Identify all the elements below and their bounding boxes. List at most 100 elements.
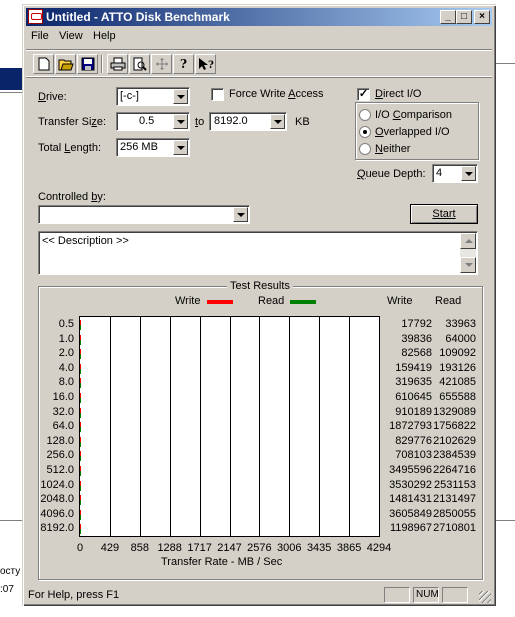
read-bar xyxy=(80,427,81,433)
chevron-down-icon[interactable] xyxy=(461,166,476,181)
controlled-by-label: Controlled by: xyxy=(38,191,106,203)
description-textarea[interactable]: << Description >> xyxy=(38,231,478,275)
transfer-size-to-select[interactable]: 8192.0 xyxy=(209,112,287,131)
x-axis-label: Transfer Rate - MB / Sec xyxy=(161,556,283,568)
print-icon[interactable] xyxy=(107,54,128,74)
minimize-button[interactable]: _ xyxy=(440,10,456,24)
svg-text:?: ? xyxy=(208,60,214,71)
write-value: 17792 xyxy=(401,318,432,330)
read-value: 1329089 xyxy=(433,405,476,418)
category-label: 128.0 xyxy=(46,434,74,447)
menu-file[interactable]: File xyxy=(31,30,49,42)
write-value: 708103 xyxy=(395,449,432,462)
total-length-value: 256 MB xyxy=(120,141,158,153)
num-lock-indicator: NUM xyxy=(413,587,439,603)
menu-help[interactable]: Help xyxy=(93,30,116,42)
menu-view[interactable]: View xyxy=(59,30,83,42)
status-help-text: For Help, press F1 xyxy=(28,589,120,601)
overlapped-io-label: Overlapped I/O xyxy=(375,126,450,138)
read-value: 1756822 xyxy=(433,420,476,433)
category-label: 0.5 xyxy=(58,318,74,330)
start-button[interactable]: Start xyxy=(410,204,478,224)
chevron-down-icon[interactable] xyxy=(173,89,188,104)
read-bar xyxy=(80,456,81,462)
read-value: 2131497 xyxy=(433,493,476,506)
read-value: 2384539 xyxy=(433,449,476,462)
total-length-select[interactable]: 256 MB xyxy=(116,138,190,157)
app-icon[interactable] xyxy=(28,9,43,24)
new-icon[interactable] xyxy=(33,54,54,74)
to-label: to xyxy=(195,116,205,128)
write-value: 3530292 xyxy=(389,478,432,491)
read-bar xyxy=(80,412,81,418)
write-value: 1481431 xyxy=(389,493,432,506)
controlled-by-select[interactable] xyxy=(38,205,250,224)
status-pane xyxy=(384,587,410,603)
io-comparison-radio[interactable] xyxy=(359,109,371,121)
menu-bar: File View Help xyxy=(26,28,492,46)
neither-label: Neither xyxy=(375,143,411,155)
status-pane xyxy=(442,587,468,603)
direct-io-checkbox[interactable]: ✓ xyxy=(357,88,370,101)
window-title: Untitled - ATTO Disk Benchmark xyxy=(46,10,230,24)
title-bar[interactable]: Untitled - ATTO Disk Benchmark _ □ × xyxy=(26,8,492,26)
read-bar xyxy=(80,354,81,360)
grid-line xyxy=(170,317,171,536)
maximize-button[interactable]: □ xyxy=(456,10,472,24)
print-preview-icon[interactable] xyxy=(129,54,150,74)
save-icon[interactable] xyxy=(77,54,98,74)
read-bar xyxy=(80,325,81,330)
read-value: 64000 xyxy=(445,332,476,345)
move-icon[interactable] xyxy=(151,54,172,74)
read-column-header: Read xyxy=(435,295,462,307)
chevron-down-icon[interactable] xyxy=(173,140,188,155)
description-text: << Description >> xyxy=(42,235,129,247)
total-length-label: Total Length: xyxy=(38,142,102,154)
queue-depth-select[interactable]: 4 xyxy=(432,164,478,183)
transfer-size-from-select[interactable]: 0.5 xyxy=(116,112,190,131)
category-label: 512.0 xyxy=(46,464,74,476)
grid-line xyxy=(140,317,141,536)
transfer-size-label: Transfer Size: xyxy=(38,116,107,128)
chevron-down-icon[interactable] xyxy=(233,207,248,222)
status-bar: For Help, press F1 NUM xyxy=(26,586,492,604)
legend-write-swatch xyxy=(207,300,233,304)
toolbar: ? ? xyxy=(26,49,492,77)
force-write-checkbox[interactable] xyxy=(211,88,224,101)
description-scrollbar[interactable] xyxy=(460,233,476,273)
category-label: 1.0 xyxy=(58,332,74,345)
read-value: 421085 xyxy=(439,376,476,389)
io-comparison-label: I/O Comparison xyxy=(375,109,453,121)
toolbar-separator xyxy=(101,55,103,73)
category-label: 2048.0 xyxy=(40,493,74,506)
background-divider xyxy=(494,63,515,64)
grid-line xyxy=(200,317,201,536)
category-label: 32.0 xyxy=(52,405,74,418)
open-icon[interactable] xyxy=(55,54,76,74)
chevron-down-icon[interactable] xyxy=(173,114,188,129)
write-value: 829776 xyxy=(395,434,432,447)
grid-line xyxy=(289,317,290,536)
neither-radio[interactable] xyxy=(359,143,371,155)
write-value: 3495596 xyxy=(389,464,432,476)
scroll-up-icon[interactable] xyxy=(460,233,476,249)
close-button[interactable]: × xyxy=(474,10,490,24)
overlapped-io-radio[interactable] xyxy=(359,126,371,138)
drive-select[interactable]: [-c-] xyxy=(116,87,190,106)
test-results-title: Test Results xyxy=(227,280,293,292)
scroll-down-icon[interactable] xyxy=(460,257,476,273)
category-label: 4096.0 xyxy=(40,507,74,520)
grid-line xyxy=(349,317,350,536)
help-icon[interactable]: ? xyxy=(173,54,194,74)
write-value: 1872793 xyxy=(389,420,432,433)
start-label: Start xyxy=(432,208,456,220)
read-bar xyxy=(80,529,81,535)
context-help-icon[interactable]: ? xyxy=(195,54,216,74)
resize-grip[interactable] xyxy=(479,591,491,603)
write-column-header: Write xyxy=(387,295,413,307)
write-value: 39836 xyxy=(401,332,432,345)
read-bar xyxy=(80,398,81,403)
chevron-down-icon[interactable] xyxy=(270,114,285,129)
write-value: 159419 xyxy=(395,361,432,374)
read-value: 2102629 xyxy=(433,434,476,447)
